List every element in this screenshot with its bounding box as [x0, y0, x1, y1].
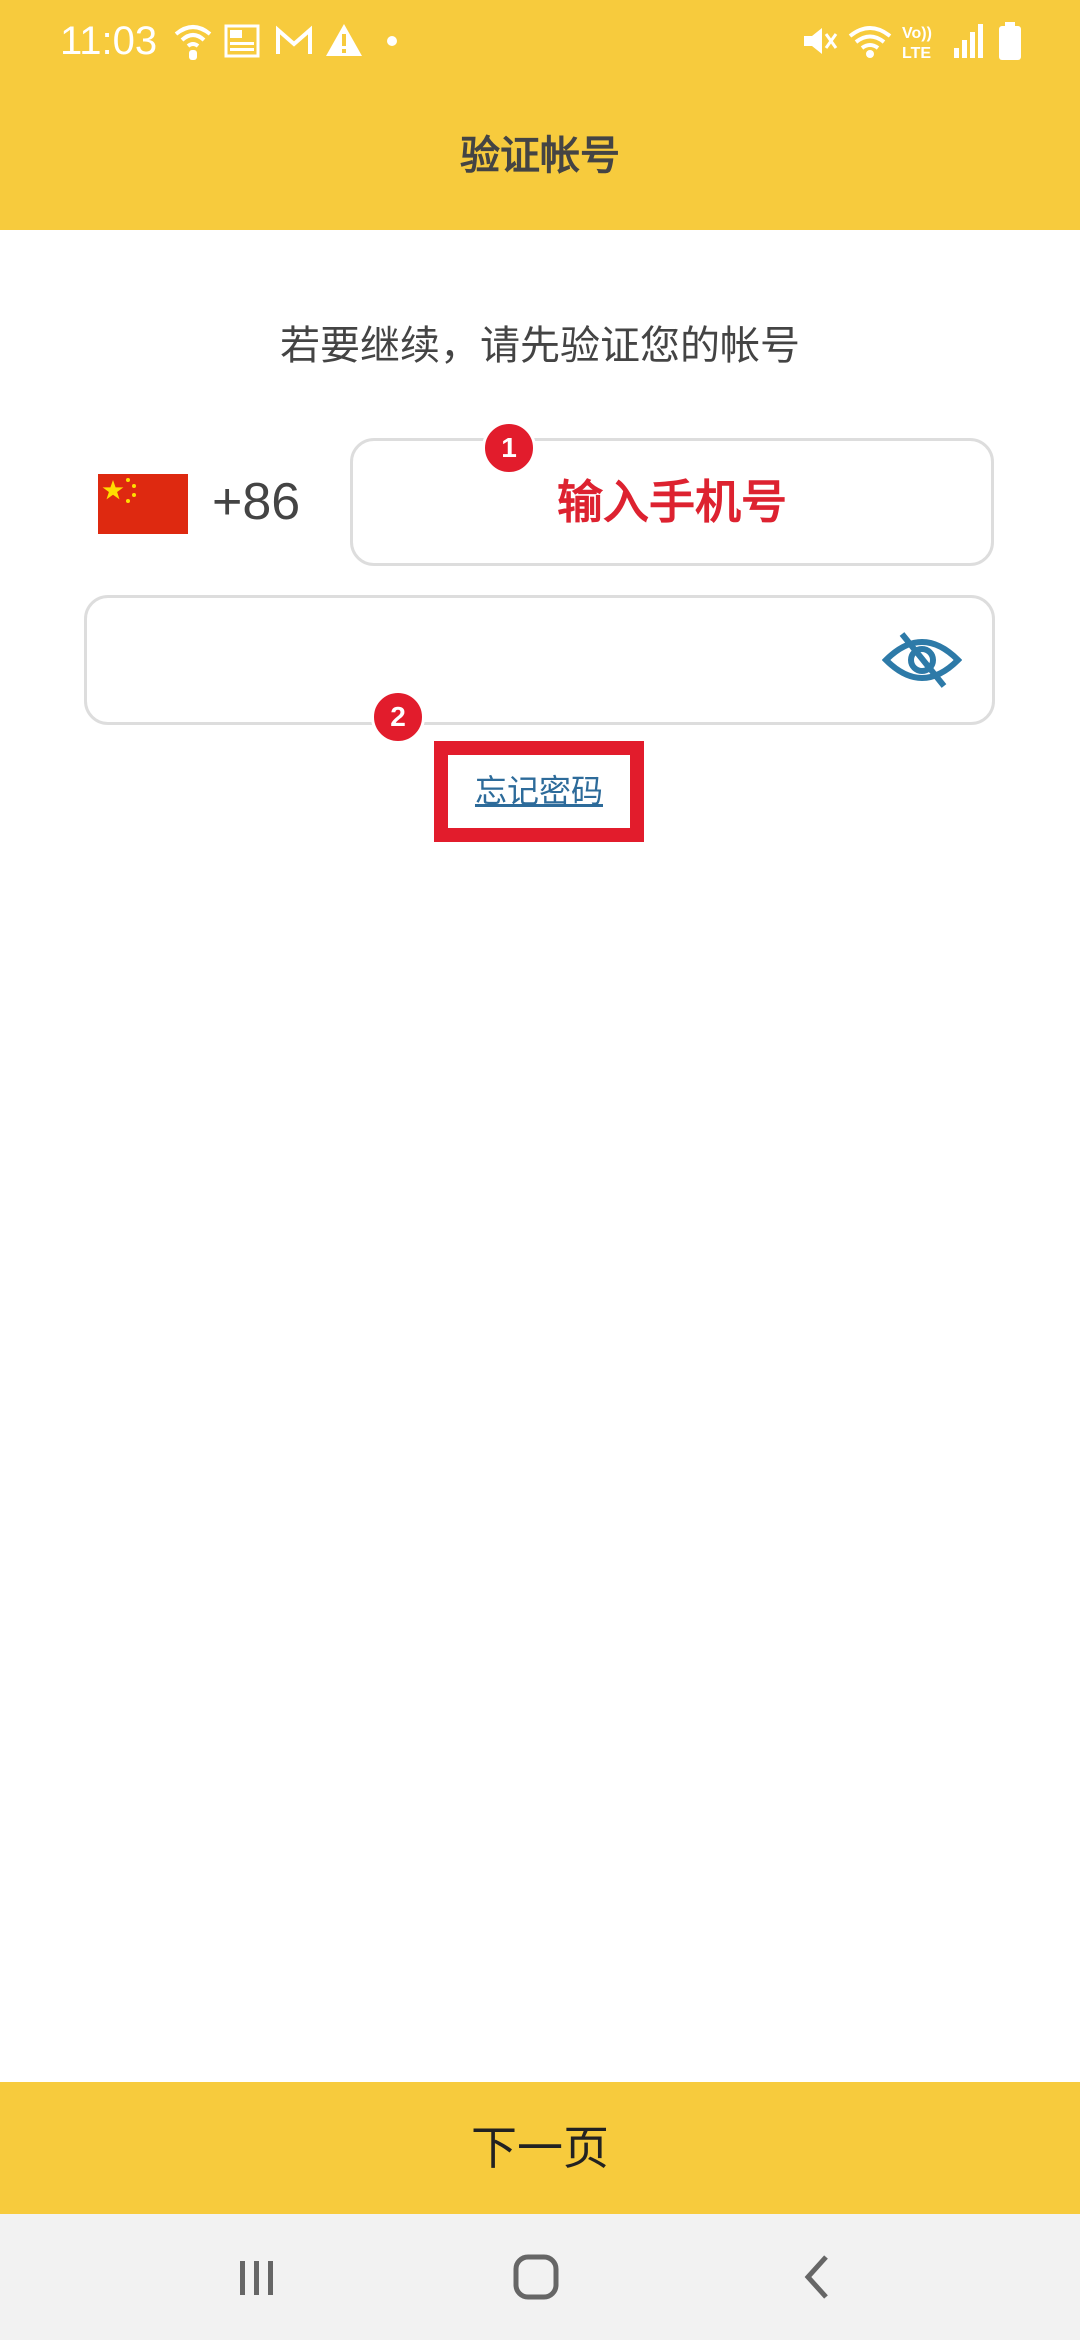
svg-text:LTE: LTE	[902, 45, 931, 62]
warning-icon	[326, 24, 362, 56]
forgot-password-link[interactable]: 忘记密码	[448, 755, 630, 828]
mute-icon	[804, 28, 838, 54]
china-flag-icon[interactable]	[98, 474, 188, 534]
recent-apps-icon[interactable]	[226, 2247, 286, 2307]
country-code[interactable]: +86	[212, 470, 300, 534]
back-icon[interactable]	[788, 2247, 848, 2307]
signal-icon	[954, 24, 983, 58]
forgot-password-box: 忘记密码	[448, 755, 630, 828]
phone-number-input[interactable]: 输入手机号	[350, 438, 994, 566]
system-nav-bar	[0, 2214, 1080, 2340]
forgot-password-highlight: 忘记密码	[434, 741, 644, 842]
step-badge-1: 1	[482, 421, 536, 475]
page-title: 验证帐号	[460, 133, 620, 179]
next-button[interactable]: 下一页	[0, 2082, 1080, 2214]
status-bar: 11:03 Vo)) LTE	[0, 0, 1080, 82]
phone-placeholder: 输入手机号	[557, 475, 787, 529]
home-icon[interactable]	[506, 2247, 566, 2307]
wifi-calling-icon	[174, 25, 212, 60]
eye-slash-icon[interactable]	[882, 628, 962, 692]
verify-instruction: 若要继续，请先验证您的帐号	[280, 323, 800, 369]
battery-icon	[999, 22, 1021, 60]
news-icon	[224, 24, 260, 58]
status-time: 11:03	[60, 19, 158, 63]
dot-icon	[387, 36, 397, 46]
password-input[interactable]	[84, 595, 995, 725]
gmail-icon	[276, 25, 312, 54]
app-bar: 验证帐号	[0, 82, 1080, 230]
wifi-icon	[848, 26, 892, 58]
step-badge-2: 2	[371, 690, 425, 744]
volte-icon: Vo)) LTE	[902, 25, 932, 62]
svg-text:Vo)): Vo))	[902, 25, 932, 42]
